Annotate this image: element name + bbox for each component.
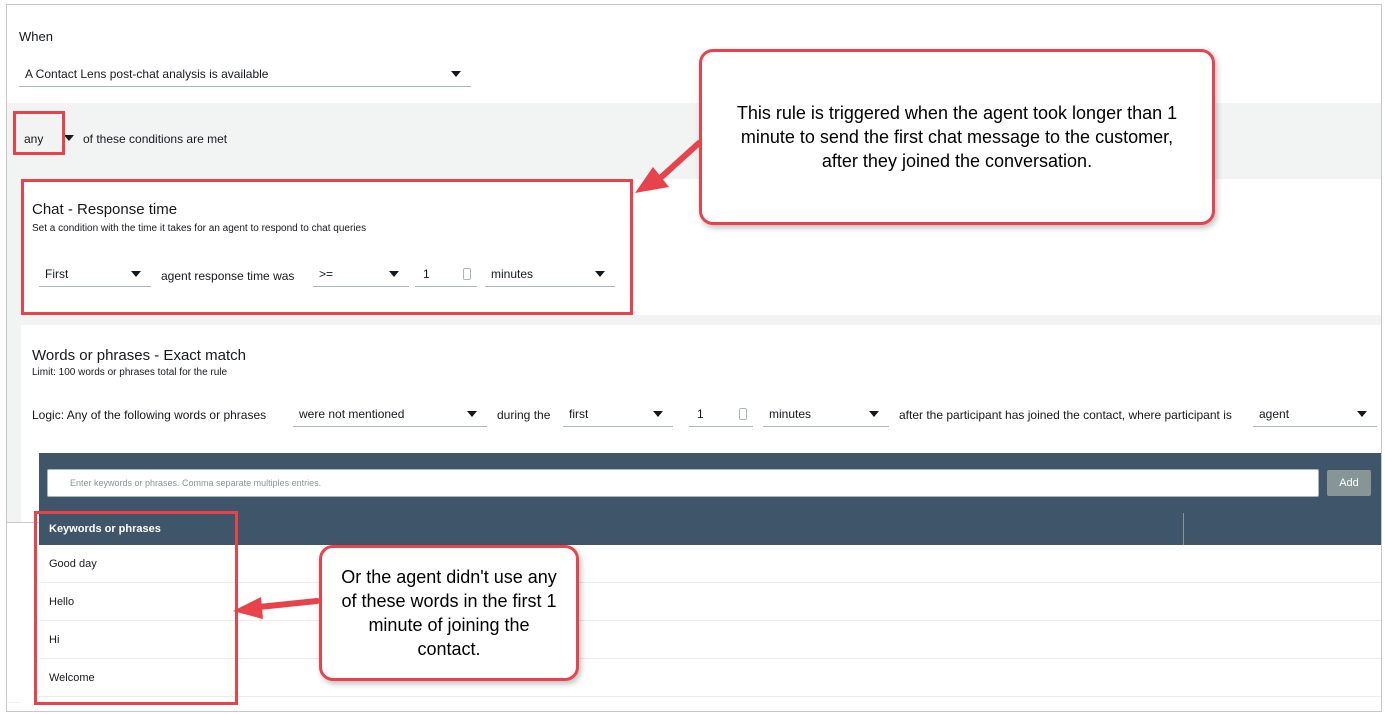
chevron-down-icon[interactable] bbox=[64, 135, 74, 141]
words-title: Words or phrases - Exact match bbox=[32, 347, 246, 364]
add-button[interactable]: Add bbox=[1327, 470, 1371, 496]
keyword-row[interactable]: Good day bbox=[39, 545, 1381, 583]
chevron-down-icon bbox=[1357, 411, 1367, 417]
words-amount-stepper[interactable]: 1 bbox=[689, 401, 753, 427]
column-divider bbox=[1183, 513, 1184, 545]
keyword-row[interactable]: Hi bbox=[39, 621, 1381, 659]
logic-text: Logic: Any of the following words or phr… bbox=[32, 408, 267, 422]
chevron-down-icon bbox=[869, 411, 879, 417]
chevron-down-icon bbox=[653, 411, 663, 417]
words-unit-select[interactable]: minutes bbox=[763, 401, 889, 427]
annotation-callout-bottom: Or the agent didn't use any of these wor… bbox=[319, 545, 579, 681]
keyword-table-header: Keywords or phrases bbox=[39, 513, 1381, 545]
keyword-input-placeholder: Enter keywords or phrases. Comma separat… bbox=[70, 478, 322, 488]
trigger-select-value: A Contact Lens post-chat analysis is ava… bbox=[25, 66, 269, 81]
rule-editor: When A Contact Lens post-chat analysis i… bbox=[6, 4, 1382, 712]
stepper-arrows-icon[interactable] bbox=[739, 408, 747, 420]
annotation-highlight-keywords bbox=[34, 511, 238, 705]
keyword-list: Good day Hello Hi Welcome bbox=[39, 545, 1381, 697]
trigger-select[interactable]: A Contact Lens post-chat analysis is ava… bbox=[19, 61, 471, 87]
conditions-text: of these conditions are met bbox=[83, 132, 228, 146]
keyword-input[interactable]: Enter keywords or phrases. Comma separat… bbox=[47, 469, 1319, 497]
participant-value: agent bbox=[1259, 406, 1290, 421]
period-value: first bbox=[569, 406, 589, 421]
mention-value: were not mentioned bbox=[299, 406, 405, 421]
chevron-down-icon bbox=[467, 411, 477, 417]
when-label: When bbox=[19, 29, 53, 44]
keyword-row[interactable]: Welcome bbox=[39, 659, 1381, 697]
period-select[interactable]: first bbox=[563, 401, 673, 427]
keyword-row[interactable]: Hello bbox=[39, 583, 1381, 621]
mention-select[interactable]: were not mentioned bbox=[293, 401, 487, 427]
words-unit-value: minutes bbox=[769, 406, 812, 421]
annotation-highlight-any bbox=[13, 111, 65, 155]
words-subtitle: Limit: 100 words or phrases total for th… bbox=[32, 367, 228, 378]
during-text: during the bbox=[497, 408, 551, 422]
words-amount-value: 1 bbox=[697, 406, 704, 421]
participant-select[interactable]: agent bbox=[1253, 401, 1377, 427]
annotation-highlight-response-time bbox=[21, 179, 633, 315]
annotation-callout-top: This rule is triggered when the agent to… bbox=[699, 49, 1215, 225]
after-text: after the participant has joined the con… bbox=[899, 408, 1232, 422]
keyword-panel: Enter keywords or phrases. Comma separat… bbox=[39, 453, 1381, 545]
chevron-down-icon bbox=[451, 71, 461, 77]
